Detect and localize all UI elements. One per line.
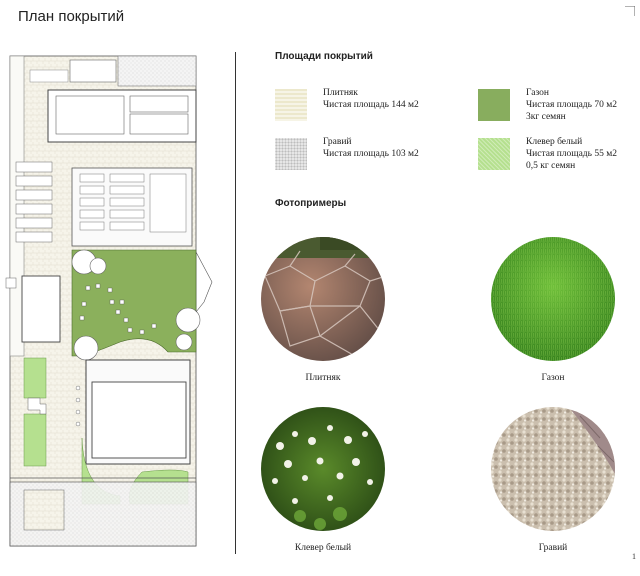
legend-item-plitnyak: Плитняк Чистая площадь 144 м2 <box>275 87 445 127</box>
plan-clover-left <box>23 357 47 399</box>
legend-note: 0,5 кг семян <box>526 161 576 171</box>
plan-clover-left-2 <box>23 413 47 467</box>
corner-mark-icon <box>625 6 635 16</box>
legend-area: Чистая площадь 70 м2 <box>526 100 617 110</box>
clover-photo <box>261 407 385 531</box>
page-number: 1 <box>632 552 636 561</box>
photo-caption: Гравий <box>538 543 568 553</box>
legend-name: Клевер белый <box>526 137 583 147</box>
photos-title: Фотопримеры <box>275 198 347 209</box>
areas-title: Площади покрытий <box>275 51 373 62</box>
legend-item-klever: Клевер белый Чистая площадь 55 м2 0,5 кг… <box>478 136 640 176</box>
legend-area: Чистая площадь 103 м2 <box>323 149 419 159</box>
gravel-swatch-icon <box>275 138 307 170</box>
photo-caption: Газон <box>541 373 565 383</box>
vertical-divider <box>235 52 236 554</box>
photo-caption: Клевер белый <box>294 543 352 553</box>
lawn-swatch-icon <box>478 89 510 121</box>
page-title: План покрытий <box>18 8 125 25</box>
legend-area: Чистая площадь 144 м2 <box>323 100 419 110</box>
legend-item-gazon: Газон Чистая площадь 70 м2 3кг семян <box>478 87 640 127</box>
site-plan <box>5 55 213 547</box>
gravel-photo <box>491 407 615 531</box>
legend-name: Газон <box>526 88 550 98</box>
legend-name: Плитняк <box>323 88 358 98</box>
legend-note: 3кг семян <box>526 112 566 122</box>
plitnyak-swatch-icon <box>275 89 307 121</box>
legend-name: Гравий <box>323 137 352 147</box>
legend-item-gravii: Гравий Чистая площадь 103 м2 <box>275 136 445 176</box>
plan-gravel-top <box>117 55 197 87</box>
lawn-photo <box>491 237 615 361</box>
plan-left-building <box>21 275 61 343</box>
clover-swatch-icon <box>478 138 510 170</box>
photo-caption: Плитняк <box>305 373 341 383</box>
legend-area: Чистая площадь 55 м2 <box>526 149 617 159</box>
flagstone-photo <box>261 237 385 361</box>
